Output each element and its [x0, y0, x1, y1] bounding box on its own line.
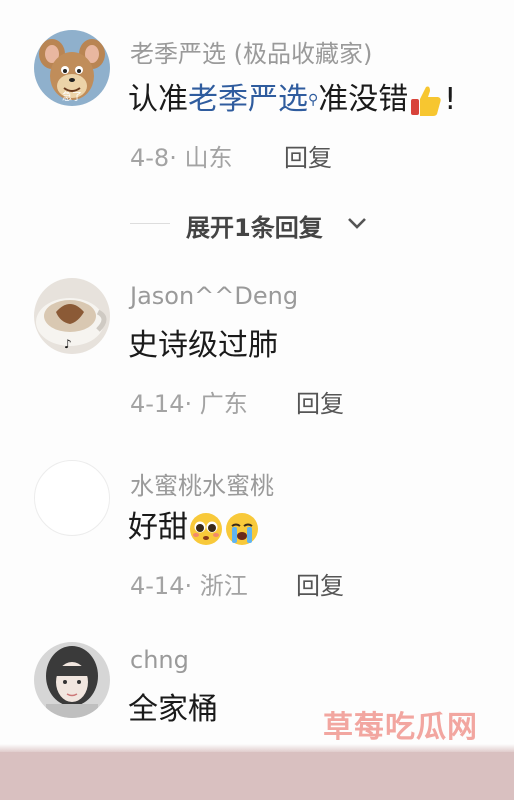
thumbs-up-icon: [408, 83, 444, 119]
divider-line: [130, 223, 170, 224]
avatar[interactable]: ♪: [34, 278, 110, 354]
comment-username[interactable]: 老季严选 (极品收藏家): [130, 34, 372, 69]
person-photo-avatar: [34, 642, 110, 718]
latte-cup-avatar: ♪: [34, 278, 110, 354]
search-icon[interactable]: ⚲: [308, 92, 318, 108]
comment-content: 认准老季严选⚲准没错 !: [128, 80, 456, 120]
avatar-badge: 急了: [62, 92, 82, 103]
comment-username[interactable]: 水蜜桃水蜜桃: [130, 466, 274, 501]
comment-date-location: 4-14· 浙江: [130, 572, 248, 600]
avatar[interactable]: [34, 460, 110, 536]
reply-button[interactable]: 回复: [296, 384, 344, 419]
expand-replies-label[interactable]: 展开1条回复: [186, 208, 323, 243]
crying-face-icon: [224, 511, 260, 547]
pleading-face-icon: [188, 511, 224, 547]
chevron-down-icon: [348, 218, 366, 229]
bottom-overlay-band: [0, 752, 514, 800]
watermark-text: 草莓吃瓜网: [323, 710, 478, 745]
svg-text:♪: ♪: [64, 337, 72, 351]
comment-date-location: 4-14· 广东: [130, 390, 248, 418]
avatar[interactable]: 急了: [34, 30, 110, 106]
comment-content: 好甜: [128, 508, 260, 548]
content-end: !: [444, 82, 457, 117]
comment-username[interactable]: Jason^^Deng: [130, 282, 298, 310]
avatar[interactable]: [34, 642, 110, 718]
comment-date-location: 4-8· 山东: [130, 144, 233, 172]
reply-button[interactable]: 回复: [284, 138, 332, 173]
search-link[interactable]: 老季严选: [188, 82, 308, 117]
reply-button[interactable]: 回复: [296, 566, 344, 601]
comment-username[interactable]: chng: [130, 646, 189, 674]
content-suffix: 准没错: [318, 82, 409, 117]
content-text: 好甜: [128, 510, 188, 545]
comment-content: 全家桶: [128, 692, 218, 727]
content-prefix: 认准: [128, 82, 188, 117]
comment-content: 史诗级过肺: [128, 328, 278, 363]
